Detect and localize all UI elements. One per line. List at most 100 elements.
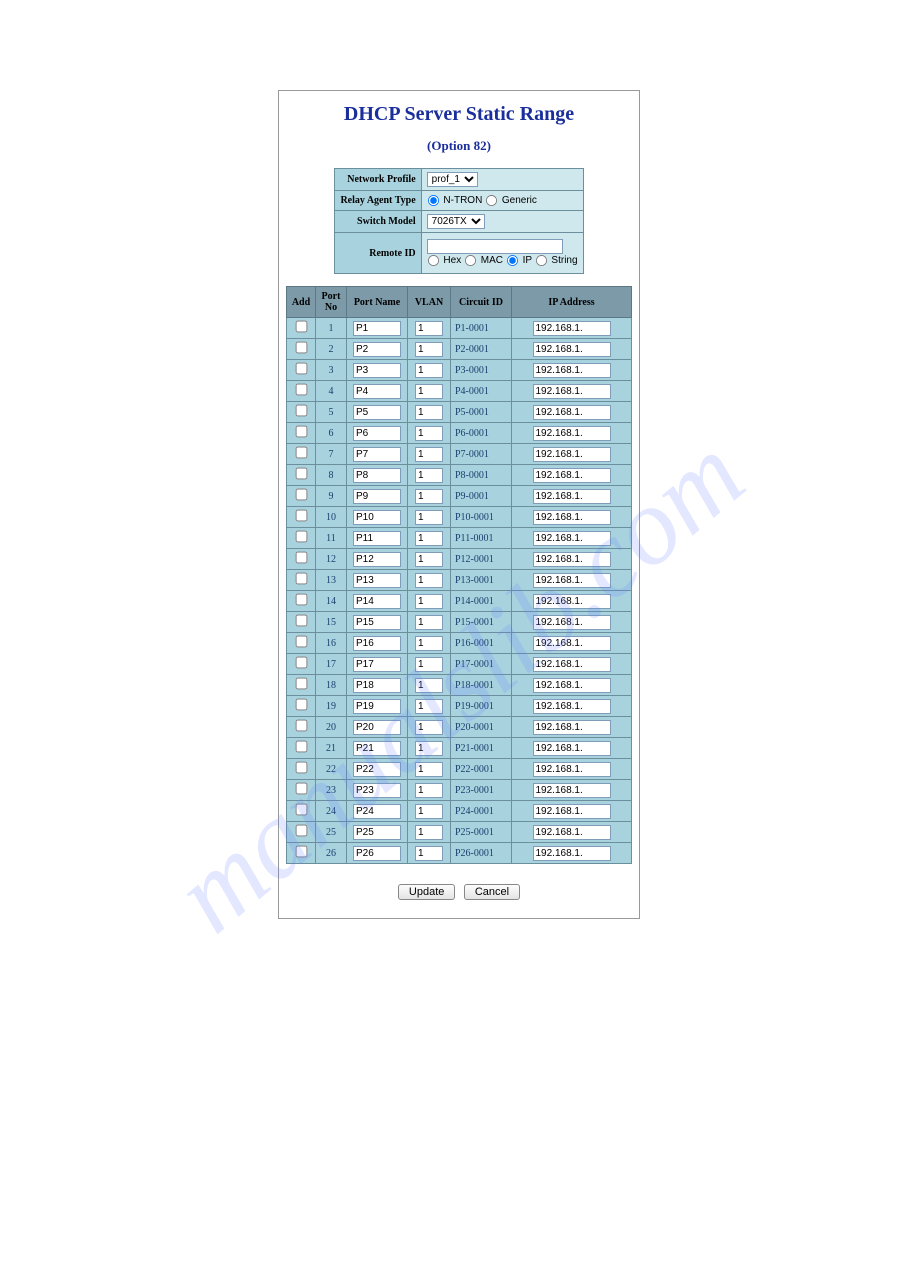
add-checkbox[interactable] bbox=[295, 489, 307, 501]
remote-id-input[interactable] bbox=[427, 239, 563, 254]
add-checkbox[interactable] bbox=[295, 699, 307, 711]
vlan-input[interactable] bbox=[415, 342, 443, 357]
vlan-input[interactable] bbox=[415, 657, 443, 672]
port-name-input[interactable] bbox=[353, 825, 401, 840]
vlan-input[interactable] bbox=[415, 384, 443, 399]
relay-agent-generic-radio[interactable] bbox=[486, 195, 497, 206]
ip-input[interactable] bbox=[533, 783, 611, 798]
ip-input[interactable] bbox=[533, 447, 611, 462]
switch-model-select[interactable]: 7026TX bbox=[427, 214, 485, 229]
port-name-input[interactable] bbox=[353, 531, 401, 546]
port-name-input[interactable] bbox=[353, 762, 401, 777]
vlan-input[interactable] bbox=[415, 321, 443, 336]
port-name-input[interactable] bbox=[353, 426, 401, 441]
port-name-input[interactable] bbox=[353, 489, 401, 504]
add-checkbox[interactable] bbox=[295, 825, 307, 837]
vlan-input[interactable] bbox=[415, 552, 443, 567]
ip-input[interactable] bbox=[533, 720, 611, 735]
vlan-input[interactable] bbox=[415, 678, 443, 693]
add-checkbox[interactable] bbox=[295, 468, 307, 480]
ip-input[interactable] bbox=[533, 804, 611, 819]
ip-input[interactable] bbox=[533, 321, 611, 336]
vlan-input[interactable] bbox=[415, 363, 443, 378]
add-checkbox[interactable] bbox=[295, 363, 307, 375]
vlan-input[interactable] bbox=[415, 615, 443, 630]
ip-input[interactable] bbox=[533, 825, 611, 840]
add-checkbox[interactable] bbox=[295, 741, 307, 753]
port-name-input[interactable] bbox=[353, 468, 401, 483]
vlan-input[interactable] bbox=[415, 594, 443, 609]
port-name-input[interactable] bbox=[353, 384, 401, 399]
add-checkbox[interactable] bbox=[295, 636, 307, 648]
ip-input[interactable] bbox=[533, 384, 611, 399]
add-checkbox[interactable] bbox=[295, 657, 307, 669]
port-name-input[interactable] bbox=[353, 573, 401, 588]
port-name-input[interactable] bbox=[353, 720, 401, 735]
ip-input[interactable] bbox=[533, 426, 611, 441]
ip-input[interactable] bbox=[533, 699, 611, 714]
ip-input[interactable] bbox=[533, 531, 611, 546]
port-name-input[interactable] bbox=[353, 678, 401, 693]
add-checkbox[interactable] bbox=[295, 510, 307, 522]
port-name-input[interactable] bbox=[353, 594, 401, 609]
port-name-input[interactable] bbox=[353, 552, 401, 567]
vlan-input[interactable] bbox=[415, 783, 443, 798]
vlan-input[interactable] bbox=[415, 720, 443, 735]
ip-input[interactable] bbox=[533, 489, 611, 504]
ip-input[interactable] bbox=[533, 594, 611, 609]
ip-input[interactable] bbox=[533, 615, 611, 630]
ip-input[interactable] bbox=[533, 846, 611, 861]
ip-input[interactable] bbox=[533, 657, 611, 672]
update-button[interactable]: Update bbox=[398, 884, 455, 900]
ip-input[interactable] bbox=[533, 363, 611, 378]
add-checkbox[interactable] bbox=[295, 531, 307, 543]
port-name-input[interactable] bbox=[353, 846, 401, 861]
add-checkbox[interactable] bbox=[295, 573, 307, 585]
port-name-input[interactable] bbox=[353, 657, 401, 672]
add-checkbox[interactable] bbox=[295, 321, 307, 333]
vlan-input[interactable] bbox=[415, 489, 443, 504]
port-name-input[interactable] bbox=[353, 741, 401, 756]
ip-input[interactable] bbox=[533, 468, 611, 483]
vlan-input[interactable] bbox=[415, 405, 443, 420]
remote-id-hex-radio[interactable] bbox=[428, 255, 439, 266]
add-checkbox[interactable] bbox=[295, 447, 307, 459]
port-name-input[interactable] bbox=[353, 405, 401, 420]
port-name-input[interactable] bbox=[353, 615, 401, 630]
vlan-input[interactable] bbox=[415, 510, 443, 525]
remote-id-ip-radio[interactable] bbox=[507, 255, 518, 266]
add-checkbox[interactable] bbox=[295, 846, 307, 858]
ip-input[interactable] bbox=[533, 405, 611, 420]
ip-input[interactable] bbox=[533, 636, 611, 651]
port-name-input[interactable] bbox=[353, 804, 401, 819]
add-checkbox[interactable] bbox=[295, 342, 307, 354]
ip-input[interactable] bbox=[533, 573, 611, 588]
port-name-input[interactable] bbox=[353, 510, 401, 525]
port-name-input[interactable] bbox=[353, 783, 401, 798]
vlan-input[interactable] bbox=[415, 531, 443, 546]
add-checkbox[interactable] bbox=[295, 552, 307, 564]
add-checkbox[interactable] bbox=[295, 720, 307, 732]
add-checkbox[interactable] bbox=[295, 615, 307, 627]
vlan-input[interactable] bbox=[415, 804, 443, 819]
vlan-input[interactable] bbox=[415, 825, 443, 840]
ip-input[interactable] bbox=[533, 510, 611, 525]
port-name-input[interactable] bbox=[353, 447, 401, 462]
vlan-input[interactable] bbox=[415, 636, 443, 651]
ip-input[interactable] bbox=[533, 342, 611, 357]
remote-id-string-radio[interactable] bbox=[536, 255, 547, 266]
relay-agent-ntron-radio[interactable] bbox=[428, 195, 439, 206]
add-checkbox[interactable] bbox=[295, 405, 307, 417]
vlan-input[interactable] bbox=[415, 762, 443, 777]
add-checkbox[interactable] bbox=[295, 678, 307, 690]
add-checkbox[interactable] bbox=[295, 804, 307, 816]
ip-input[interactable] bbox=[533, 678, 611, 693]
vlan-input[interactable] bbox=[415, 741, 443, 756]
add-checkbox[interactable] bbox=[295, 384, 307, 396]
add-checkbox[interactable] bbox=[295, 426, 307, 438]
add-checkbox[interactable] bbox=[295, 594, 307, 606]
vlan-input[interactable] bbox=[415, 846, 443, 861]
vlan-input[interactable] bbox=[415, 468, 443, 483]
vlan-input[interactable] bbox=[415, 447, 443, 462]
cancel-button[interactable]: Cancel bbox=[464, 884, 520, 900]
